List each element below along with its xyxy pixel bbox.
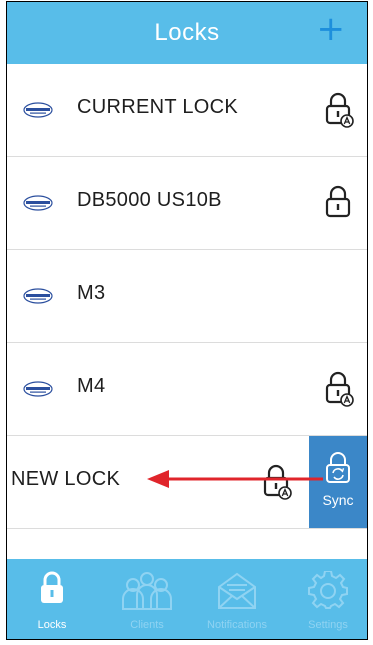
tab-locks[interactable]: Locks	[7, 559, 97, 639]
tab-bar: Locks Clients Notifications Settings	[7, 559, 367, 639]
envelope-icon	[218, 572, 256, 609]
lock-auto-icon	[325, 371, 354, 407]
gear-icon	[308, 571, 348, 609]
lock-name: M3	[77, 282, 106, 304]
row-divider	[7, 528, 367, 529]
tab-label: Settings	[308, 619, 348, 631]
header-bar: Locks +	[7, 2, 367, 64]
lock-icon	[41, 571, 63, 603]
page-title: Locks	[154, 19, 220, 46]
lock-list-item[interactable]: CURRENT LOCK	[7, 64, 367, 157]
tab-notifications[interactable]: Notifications	[192, 559, 282, 639]
users-icon	[122, 572, 172, 610]
tab-clients[interactable]: Clients	[102, 559, 192, 639]
brand-logo-icon	[23, 195, 53, 211]
lock-list-item[interactable]: DB5000 US10B	[7, 157, 367, 250]
brand-logo-icon	[23, 288, 53, 304]
lock-name: CURRENT LOCK	[77, 96, 239, 118]
lock-icon	[325, 185, 351, 218]
sync-icon	[326, 452, 350, 483]
lock-list-item[interactable]: M3	[7, 250, 367, 343]
lock-name: M4	[77, 375, 106, 397]
brand-logo-icon	[23, 102, 53, 118]
lock-name: NEW LOCK	[11, 468, 121, 490]
lock-name: DB5000 US10B	[77, 189, 222, 211]
tab-settings[interactable]: Settings	[283, 559, 367, 639]
sync-button-label: Sync	[322, 492, 354, 508]
add-lock-button[interactable]: +	[314, 12, 348, 48]
lock-auto-icon	[325, 92, 354, 128]
lock-list-item[interactable]: M4	[7, 343, 367, 436]
brand-logo-icon	[23, 381, 53, 397]
swipe-left-arrow	[147, 470, 323, 488]
app-screen: Locks + CURRENT LOCK DB5000 US10B M3 M4 …	[6, 1, 368, 640]
